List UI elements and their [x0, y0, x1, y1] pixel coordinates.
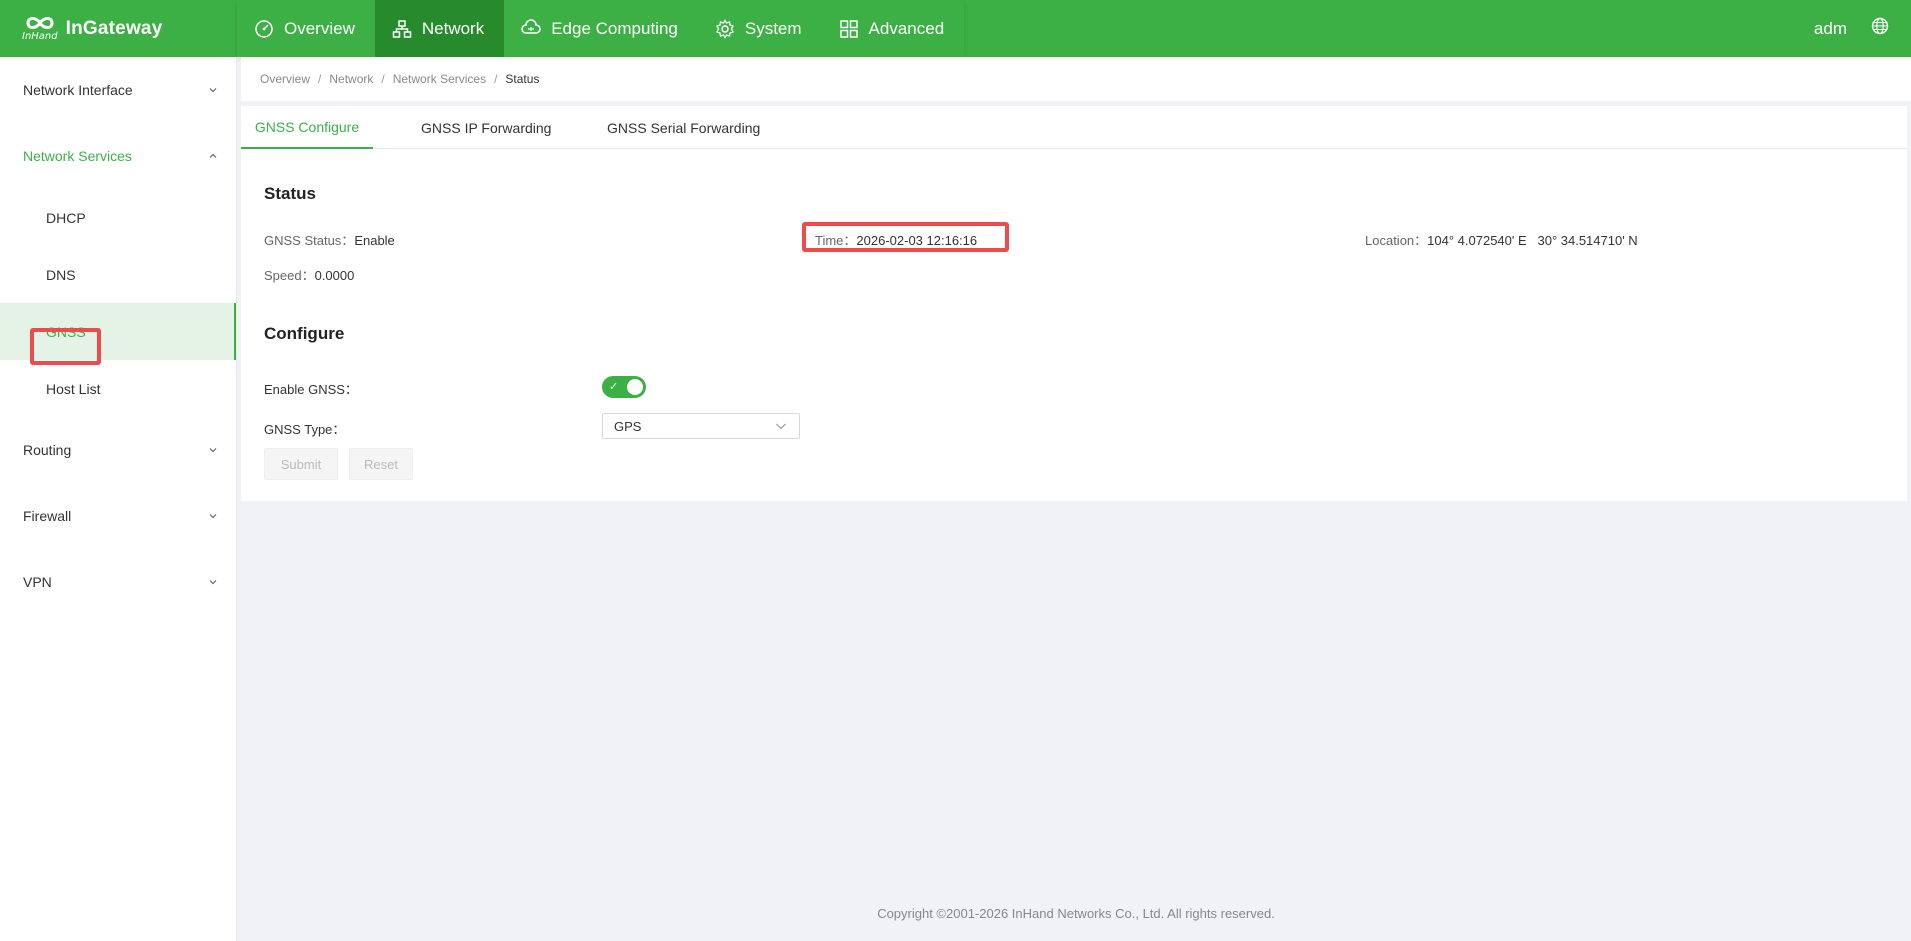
sidebar-item-label: DNS — [46, 266, 76, 283]
logo-mark-icon: InHand — [22, 15, 58, 42]
configure-title: Configure — [264, 324, 345, 343]
reset-button[interactable]: Reset — [349, 448, 413, 480]
nav-network[interactable]: Network — [374, 0, 505, 57]
breadcrumb-network-services[interactable]: Network Services — [393, 72, 486, 86]
nav-network-label: Network — [421, 18, 485, 38]
gnss-location: Location：104° 4.072540' E 30° 34.514710'… — [1365, 230, 1638, 249]
chevron-down-icon — [775, 421, 787, 431]
user-menu[interactable]: adm — [1814, 19, 1847, 39]
tab-gnss-configure[interactable]: GNSS Configure — [241, 106, 373, 149]
gnss-type-label: GNSS Type： — [264, 422, 346, 437]
enable-gnss-label: Enable GNSS： — [264, 382, 358, 397]
status-title: Status — [264, 184, 316, 203]
main-nav: Overview Network Edge Computing System A… — [237, 0, 964, 57]
speed-value: 0.0000 — [314, 268, 355, 283]
top-right: adm — [1814, 17, 1911, 40]
nav-overview[interactable]: Overview — [237, 0, 375, 57]
speed-label: Speed： — [264, 268, 315, 283]
chevron-down-icon — [208, 445, 218, 455]
tab-label: GNSS Serial Forwarding — [607, 119, 761, 136]
nav-system[interactable]: System — [698, 0, 822, 57]
logo[interactable]: InHand InGateway — [0, 0, 237, 57]
gnss-speed: Speed：0.0000 — [264, 265, 354, 284]
network-icon — [392, 19, 412, 39]
grid-icon — [839, 19, 859, 39]
sidebar-item-label: GNSS — [46, 323, 86, 340]
enable-gnss-toggle[interactable]: ✓ — [602, 376, 646, 398]
sidebar-item-label: Host List — [46, 380, 101, 397]
location-label: Location： — [1365, 233, 1428, 248]
breadcrumb: Overview / Network / Network Services / … — [241, 57, 1911, 101]
nav-advanced[interactable]: Advanced — [822, 0, 965, 57]
gnss-status-label: GNSS Status： — [264, 233, 355, 248]
tab-gnss-ip-forwarding[interactable]: GNSS IP Forwarding — [421, 106, 551, 149]
sidebar-vpn[interactable]: VPN — [0, 549, 236, 615]
gnss-status: GNSS Status：Enable — [264, 230, 395, 249]
sidebar-item-label: Firewall — [23, 508, 72, 524]
dashboard-icon — [254, 19, 274, 39]
sidebar-item-label: Network Interface — [23, 82, 133, 98]
sidebar-item-label: Network Services — [23, 148, 132, 164]
sidebar-network-interface[interactable]: Network Interface — [0, 57, 236, 123]
sidebar-item-label: Routing — [23, 442, 72, 458]
submit-label: Submit — [280, 456, 322, 472]
brand-sub: InHand — [22, 31, 58, 42]
breadcrumb-separator: / — [381, 72, 385, 86]
chevron-down-icon — [208, 85, 218, 95]
chevron-down-icon — [208, 511, 218, 521]
sidebar-item-host-list[interactable]: Host List — [0, 360, 236, 417]
tab-label: GNSS IP Forwarding — [421, 119, 552, 136]
breadcrumb-current: Status — [505, 72, 540, 86]
top-bar: InHand InGateway Overview Network Edge C… — [0, 0, 1911, 57]
location-value: 104° 4.072540' E 30° 34.514710' N — [1427, 233, 1638, 248]
edge-computing-icon — [521, 18, 541, 39]
check-icon: ✓ — [609, 381, 619, 393]
gnss-status-value: Enable — [354, 233, 395, 248]
tab-label: GNSS Configure — [254, 118, 360, 135]
sidebar-routing[interactable]: Routing — [0, 417, 236, 483]
chevron-up-icon — [208, 151, 218, 161]
tab-bar: GNSS Configure GNSS IP Forwarding GNSS S… — [241, 106, 1907, 149]
brand-name: InGateway — [65, 17, 163, 39]
submit-button[interactable]: Submit — [264, 448, 338, 480]
sidebar-item-dhcp[interactable]: DHCP — [0, 189, 236, 246]
sidebar-item-label: DHCP — [46, 209, 86, 226]
nav-advanced-label: Advanced — [868, 18, 945, 38]
breadcrumb-network[interactable]: Network — [329, 72, 373, 86]
gear-icon — [715, 18, 735, 39]
nav-edge-label: Edge Computing — [551, 18, 678, 38]
chevron-down-icon — [208, 577, 218, 587]
time-label: Time： — [815, 233, 857, 248]
nav-system-label: System — [744, 18, 802, 38]
nav-edge-computing[interactable]: Edge Computing — [504, 0, 698, 57]
breadcrumb-overview[interactable]: Overview — [260, 72, 310, 86]
main-panel: GNSS Configure GNSS IP Forwarding GNSS S… — [241, 106, 1907, 501]
tab-gnss-serial-forwarding[interactable]: GNSS Serial Forwarding — [607, 106, 760, 149]
toggle-knob — [627, 379, 643, 395]
gnss-type-select[interactable]: GPS — [602, 413, 800, 439]
sidebar-item-dns[interactable]: DNS — [0, 246, 236, 303]
time-value: 2026-02-03 12:16:16 — [856, 233, 978, 248]
gnss-type-value: GPS — [614, 418, 642, 434]
breadcrumb-separator: / — [318, 72, 322, 86]
sidebar-item-label: VPN — [23, 574, 52, 590]
breadcrumb-separator: / — [494, 72, 498, 86]
footer-copyright: Copyright ©2001-2026 InHand Networks Co.… — [877, 906, 1275, 921]
globe-icon[interactable] — [1871, 17, 1889, 40]
gnss-time: Time：2026-02-03 12:16:16 — [815, 230, 977, 249]
reset-label: Reset — [364, 456, 398, 472]
sidebar-network-services[interactable]: Network Services — [0, 123, 236, 189]
nav-overview-label: Overview — [284, 18, 355, 38]
sidebar-item-gnss[interactable]: GNSS — [0, 303, 236, 360]
sidebar-firewall[interactable]: Firewall — [0, 483, 236, 549]
sidebar: Network Interface Network Services DHCP … — [0, 57, 237, 941]
